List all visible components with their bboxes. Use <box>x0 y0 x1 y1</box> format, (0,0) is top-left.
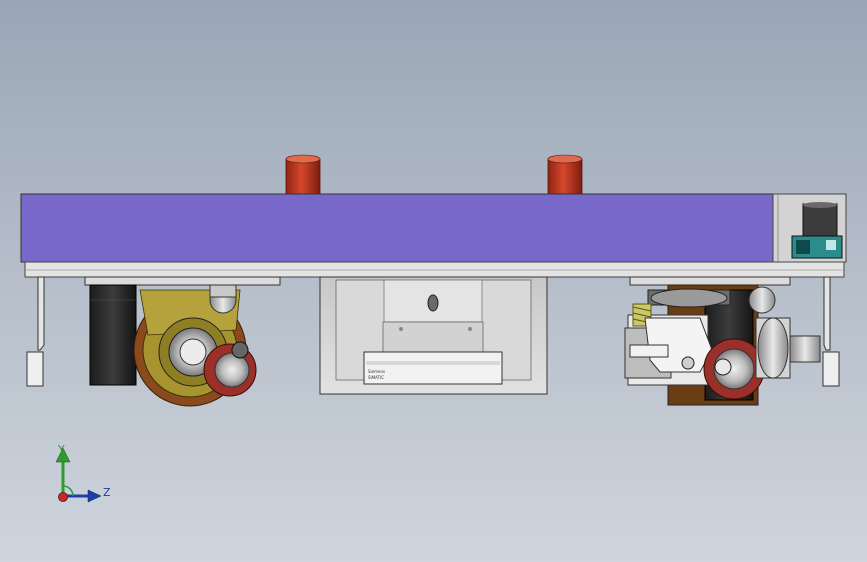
left-drive-unit <box>84 276 281 407</box>
z-axis-label: Z <box>103 486 111 499</box>
origin-marker <box>58 492 68 502</box>
y-axis-label: Y <box>58 443 65 456</box>
graphics-viewport[interactable]: Siemens SIMATIC Y Z <box>0 0 867 562</box>
plate-model: SIMATIC <box>368 375 385 380</box>
chassis-body <box>20 193 774 263</box>
control-box <box>319 276 548 395</box>
end-cap <box>772 193 847 263</box>
right-bracket <box>822 276 840 387</box>
lower-frame <box>24 261 845 278</box>
knob-left <box>285 154 321 196</box>
agv-model[interactable] <box>0 0 867 562</box>
left-bracket <box>26 276 45 387</box>
right-drive-unit <box>624 276 821 406</box>
plate-brand: Siemens <box>368 369 386 374</box>
knob-right <box>547 154 583 196</box>
